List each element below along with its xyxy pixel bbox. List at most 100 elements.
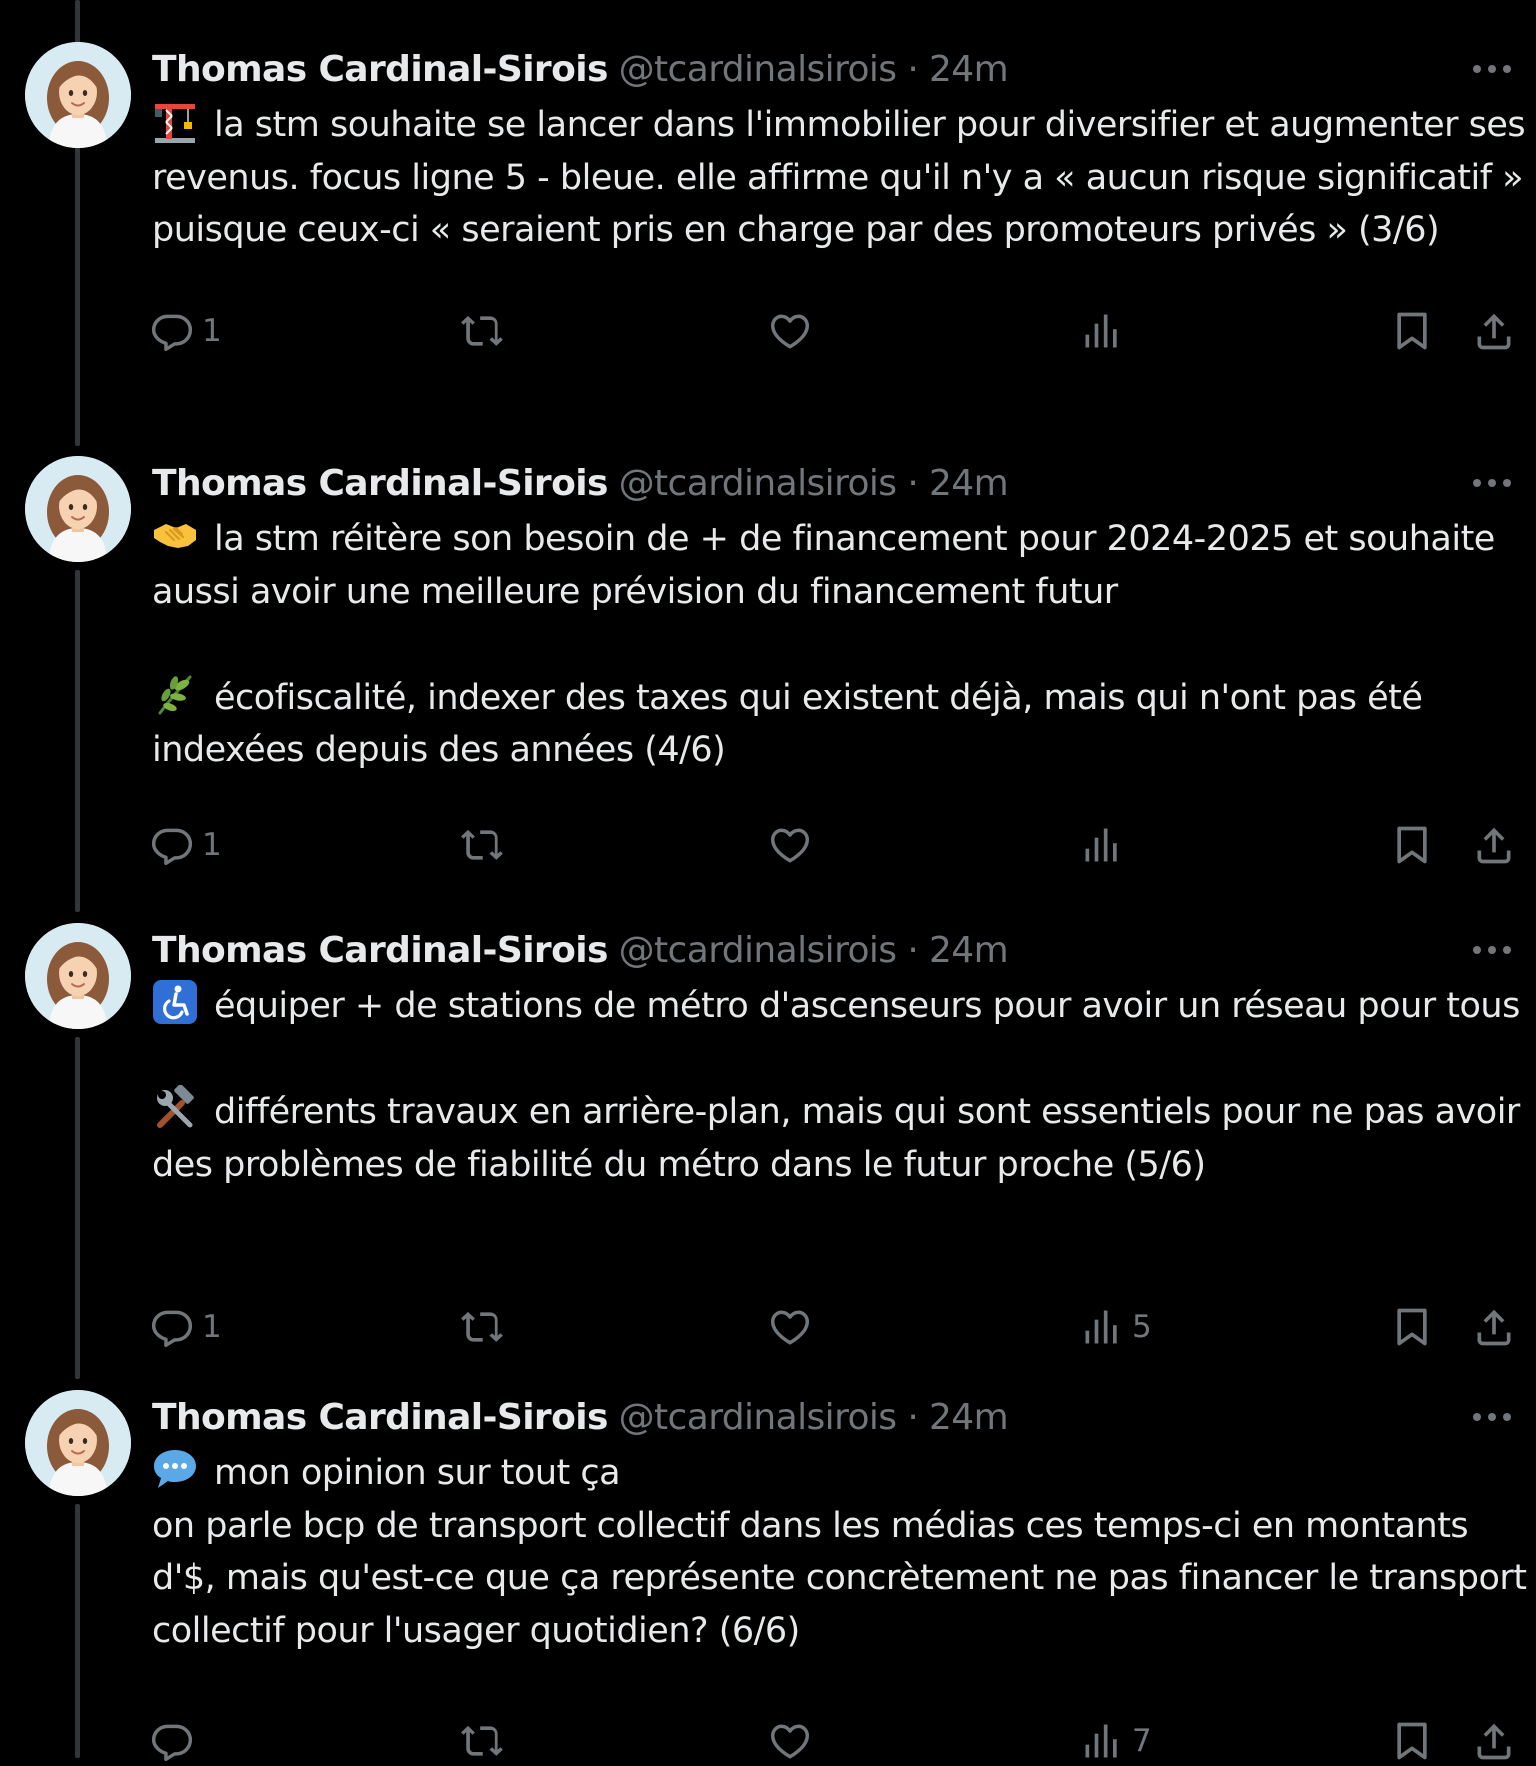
like-icon bbox=[768, 309, 812, 353]
share-button[interactable] bbox=[1472, 1302, 1516, 1352]
reply-icon bbox=[150, 309, 194, 353]
views-button[interactable] bbox=[1080, 820, 1132, 870]
repost-icon bbox=[458, 1719, 506, 1763]
repost-button[interactable] bbox=[458, 820, 514, 870]
construction-crane-emoji bbox=[152, 98, 198, 144]
tweet-actions: 1 5 bbox=[150, 1302, 1530, 1352]
repost-button[interactable] bbox=[458, 306, 514, 356]
like-icon bbox=[768, 1305, 812, 1349]
paragraph-text: différents travaux en arrière-plan, mais… bbox=[152, 1092, 1520, 1185]
more-icon[interactable] bbox=[1470, 1402, 1514, 1432]
like-button[interactable] bbox=[768, 820, 820, 870]
reply-count: 1 bbox=[202, 827, 222, 863]
like-icon bbox=[768, 1719, 812, 1763]
views-button[interactable]: 7 bbox=[1080, 1716, 1152, 1766]
share-icon bbox=[1472, 1305, 1516, 1349]
bookmark-icon bbox=[1390, 1305, 1434, 1349]
avatar[interactable] bbox=[25, 923, 131, 1029]
reply-button[interactable]: 1 bbox=[150, 1302, 222, 1352]
views-count: 7 bbox=[1132, 1723, 1152, 1759]
tweet-actions: 1 bbox=[150, 820, 1530, 870]
reply-button[interactable]: 1 bbox=[150, 820, 222, 870]
tweet-paragraph: la stm réitère son besoin de + de financ… bbox=[152, 512, 1532, 618]
more-icon[interactable] bbox=[1470, 54, 1514, 84]
bookmark-icon bbox=[1390, 309, 1434, 353]
reply-icon bbox=[150, 1305, 194, 1349]
bookmark-button[interactable] bbox=[1390, 1302, 1434, 1352]
reply-icon bbox=[150, 823, 194, 867]
share-icon bbox=[1472, 309, 1516, 353]
reply-button[interactable] bbox=[150, 1716, 202, 1766]
thread-connector bbox=[75, 1037, 80, 1379]
views-count: 5 bbox=[1132, 1309, 1152, 1345]
views-button[interactable] bbox=[1080, 306, 1132, 356]
bookmark-button[interactable] bbox=[1390, 306, 1434, 356]
repost-button[interactable] bbox=[458, 1716, 514, 1766]
author-handle[interactable]: @tcardinalsirois bbox=[619, 463, 897, 504]
repost-button[interactable] bbox=[458, 1302, 514, 1352]
like-icon bbox=[768, 823, 812, 867]
tweet-text: équiper + de stations de métro d'ascense… bbox=[152, 979, 1532, 1191]
handshake-emoji bbox=[152, 512, 198, 558]
tweet-timestamp[interactable]: 24m bbox=[929, 463, 1009, 504]
thread-connector bbox=[75, 570, 80, 912]
separator-dot: · bbox=[907, 1397, 919, 1438]
like-button[interactable] bbox=[768, 1716, 820, 1766]
views-icon bbox=[1080, 1719, 1124, 1763]
paragraph-text: la stm souhaite se lancer dans l'immobil… bbox=[152, 105, 1526, 251]
share-button[interactable] bbox=[1472, 1716, 1516, 1766]
bookmark-icon bbox=[1390, 1719, 1434, 1763]
repost-icon bbox=[458, 823, 506, 867]
share-icon bbox=[1472, 1719, 1516, 1763]
tweet-text: la stm souhaite se lancer dans l'immobil… bbox=[152, 98, 1532, 257]
wheelchair-symbol-emoji bbox=[152, 979, 198, 1025]
share-button[interactable] bbox=[1472, 820, 1516, 870]
author-handle[interactable]: @tcardinalsirois bbox=[619, 930, 897, 971]
avatar[interactable] bbox=[25, 42, 131, 148]
avatar[interactable] bbox=[25, 456, 131, 562]
views-icon bbox=[1080, 309, 1124, 353]
like-button[interactable] bbox=[768, 1302, 820, 1352]
speech-balloon-emoji bbox=[152, 1446, 198, 1492]
separator-dot: · bbox=[907, 930, 919, 971]
tweet-paragraph: différents travaux en arrière-plan, mais… bbox=[152, 1085, 1532, 1191]
tweet-actions: 7 bbox=[150, 1716, 1530, 1766]
share-button[interactable] bbox=[1472, 306, 1516, 356]
separator-dot: · bbox=[907, 463, 919, 504]
tweet-paragraph: mon opinion sur tout ça on parle bcp de t… bbox=[152, 1446, 1532, 1657]
author-name[interactable]: Thomas Cardinal-Sirois bbox=[152, 930, 608, 971]
author-handle[interactable]: @tcardinalsirois bbox=[619, 49, 897, 90]
views-button[interactable]: 5 bbox=[1080, 1302, 1152, 1352]
tweet-text: mon opinion sur tout ça on parle bcp de t… bbox=[152, 1446, 1532, 1657]
tweet-paragraph: équiper + de stations de métro d'ascense… bbox=[152, 979, 1532, 1033]
tweet-header: Thomas Cardinal-Sirois @tcardinalsirois … bbox=[152, 1394, 1482, 1442]
tweet-paragraph: la stm souhaite se lancer dans l'immobil… bbox=[152, 98, 1532, 257]
reply-button[interactable]: 1 bbox=[150, 306, 222, 356]
paragraph-text: équiper + de stations de métro d'ascense… bbox=[214, 986, 1520, 1026]
bookmark-button[interactable] bbox=[1390, 820, 1434, 870]
tweet-actions: 1 bbox=[150, 306, 1530, 356]
tweet-header: Thomas Cardinal-Sirois @tcardinalsirois … bbox=[152, 46, 1482, 94]
repost-icon bbox=[458, 309, 506, 353]
author-handle[interactable]: @tcardinalsirois bbox=[619, 1397, 897, 1438]
tweet-timestamp[interactable]: 24m bbox=[929, 49, 1009, 90]
more-icon[interactable] bbox=[1470, 935, 1514, 965]
tweet-header: Thomas Cardinal-Sirois @tcardinalsirois … bbox=[152, 460, 1482, 508]
author-name[interactable]: Thomas Cardinal-Sirois bbox=[152, 1397, 608, 1438]
bookmark-button[interactable] bbox=[1390, 1716, 1434, 1766]
paragraph-continuation: on parle bcp de transport collectif dans… bbox=[152, 1505, 1527, 1651]
tweet-timestamp[interactable]: 24m bbox=[929, 930, 1009, 971]
reply-icon bbox=[150, 1719, 194, 1763]
hammer-and-wrench-emoji bbox=[152, 1085, 198, 1131]
tweet-timestamp[interactable]: 24m bbox=[929, 1397, 1009, 1438]
bookmark-icon bbox=[1390, 823, 1434, 867]
tweet-paragraph: écofiscalité, indexer des taxes qui exis… bbox=[152, 671, 1532, 777]
author-name[interactable]: Thomas Cardinal-Sirois bbox=[152, 463, 608, 504]
conversation-thread: Thomas Cardinal-Sirois @tcardinalsirois … bbox=[0, 0, 1536, 1762]
repost-icon bbox=[458, 1305, 506, 1349]
like-button[interactable] bbox=[768, 306, 820, 356]
author-name[interactable]: Thomas Cardinal-Sirois bbox=[152, 49, 608, 90]
reply-count: 1 bbox=[202, 313, 222, 349]
avatar[interactable] bbox=[25, 1390, 131, 1496]
more-icon[interactable] bbox=[1470, 468, 1514, 498]
